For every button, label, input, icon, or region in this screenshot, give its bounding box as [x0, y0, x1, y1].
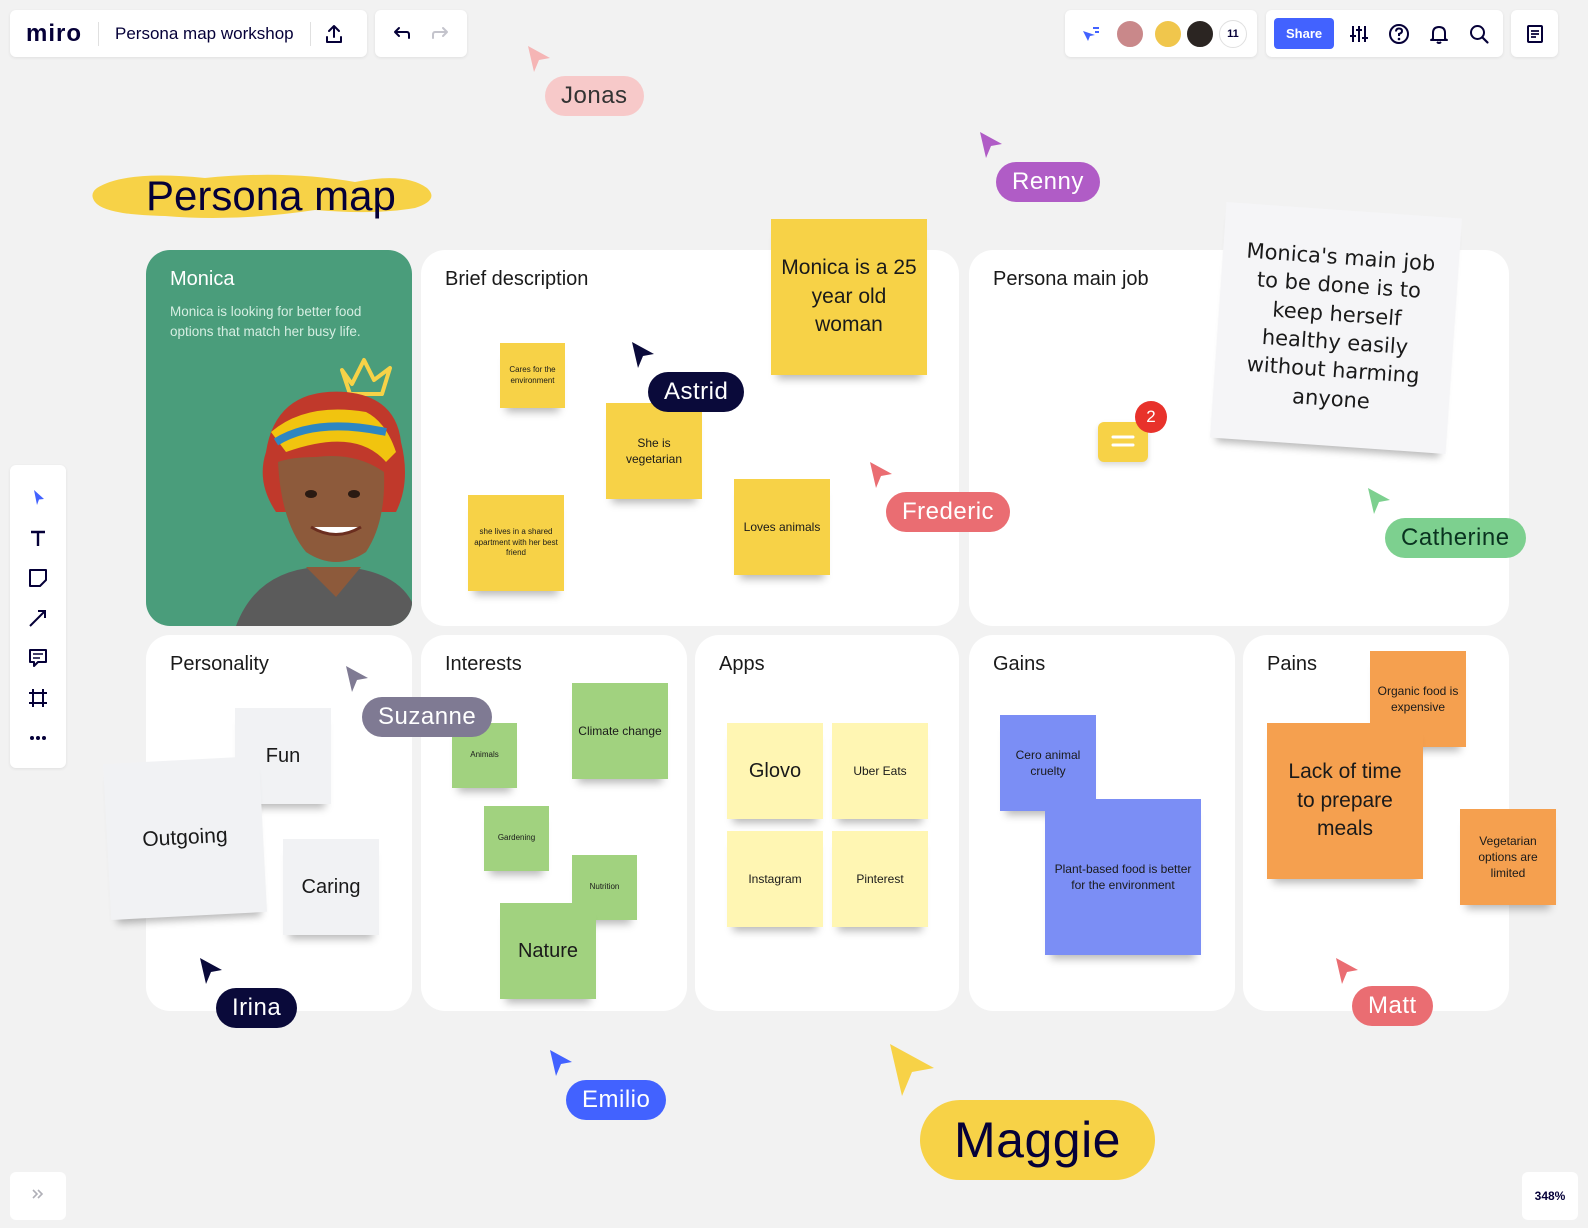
upload-icon[interactable]: [319, 19, 349, 49]
panel-title: Persona main job: [993, 268, 1149, 290]
sticky-note[interactable]: Plant-based food is better for the envir…: [1045, 799, 1201, 955]
panel-title: Interests: [445, 653, 522, 675]
bell-icon[interactable]: [1424, 19, 1454, 49]
sticky-note[interactable]: Caring: [283, 839, 379, 935]
notes-icon[interactable]: [1520, 19, 1550, 49]
cursor-label-jonas: Jonas: [545, 76, 644, 116]
sticky-note[interactable]: Gardening: [484, 806, 549, 871]
actions-bar: Share: [1266, 10, 1503, 57]
sticky-note[interactable]: Instagram: [727, 831, 823, 927]
cursor-arrow-icon: [980, 132, 1002, 158]
board-header: miro Persona map workshop: [10, 10, 367, 57]
cursor-arrow-icon: [200, 958, 222, 984]
text-icon[interactable]: [23, 523, 53, 553]
sticky-note[interactable]: Outgoing: [103, 756, 267, 920]
help-icon[interactable]: [1384, 19, 1414, 49]
persona-description: Monica is looking for better food option…: [170, 304, 362, 340]
panel-title: Gains: [993, 653, 1046, 675]
page-title: Persona map: [146, 172, 396, 219]
cursor-arrow-icon: [528, 46, 550, 72]
sticky-note[interactable]: Cero animal cruelty: [1000, 715, 1096, 811]
sticky-note[interactable]: Cares for the environment: [500, 343, 565, 408]
avatar[interactable]: [1185, 18, 1215, 49]
cursor-label-catherine: Catherine: [1385, 518, 1526, 558]
cursor-arrow-icon: [890, 1044, 934, 1096]
expand-panel-button[interactable]: [10, 1172, 66, 1220]
cursor-arrow-icon: [1336, 958, 1358, 984]
collaborator-count[interactable]: 11: [1219, 19, 1247, 48]
share-button[interactable]: Share: [1274, 18, 1335, 49]
cursor-arrow-icon: [870, 462, 892, 488]
redo-icon[interactable]: [426, 19, 456, 49]
search-icon[interactable]: [1464, 19, 1494, 49]
persona-name: Monica: [170, 268, 235, 290]
panel-title: Apps: [719, 653, 765, 675]
cursor-label-astrid: Astrid: [648, 372, 745, 412]
header-divider: [309, 21, 311, 46]
sticky-note[interactable]: Monica's main job to be done is to keep …: [1210, 202, 1462, 454]
cursor-label-matt: Matt: [1352, 986, 1433, 1026]
more-icon[interactable]: [23, 723, 53, 753]
sticky-note[interactable]: Glovo: [727, 723, 823, 819]
left-toolbar: [10, 465, 66, 768]
cursor-arrow-icon: [1368, 488, 1390, 514]
sticky-note-icon[interactable]: [23, 563, 53, 593]
cursor-follow-icon[interactable]: [1075, 19, 1105, 49]
cursor-label-renny: Renny: [996, 162, 1100, 202]
board-title[interactable]: Persona map workshop: [115, 24, 294, 44]
persona-card[interactable]: Monica Monica is looking for better food…: [146, 250, 412, 626]
settings-icon[interactable]: [1344, 19, 1374, 49]
panel-title: Pains: [1267, 653, 1318, 675]
cursor-arrow-icon: [632, 342, 654, 368]
frame-icon[interactable]: [23, 683, 53, 713]
sticky-note[interactable]: she lives in a shared apartment with her…: [468, 495, 564, 591]
header-divider: [98, 21, 100, 46]
cursor-label-irina: Irina: [216, 988, 298, 1028]
zoom-level: 348%: [1534, 1189, 1566, 1203]
chevrons-right-icon: [30, 1186, 46, 1207]
cursor-label-suzanne: Suzanne: [362, 697, 493, 737]
comment-icon[interactable]: [23, 643, 53, 673]
notes-panel-button[interactable]: [1511, 10, 1558, 57]
sticky-note[interactable]: Vegetarian options are limited: [1460, 809, 1556, 905]
cursor-label-maggie: Maggie: [920, 1100, 1155, 1180]
sticky-note[interactable]: Lack of time to prepare meals: [1267, 723, 1423, 879]
avatar[interactable]: [1115, 18, 1145, 49]
panel-title: Personality: [170, 653, 269, 675]
panel-title: Brief description: [445, 268, 589, 290]
avatar[interactable]: [1153, 18, 1183, 49]
sticky-note[interactable]: Monica is a 25 year old woman: [771, 219, 927, 375]
collaborators-bar: 11: [1065, 10, 1257, 57]
comment-icon: [1111, 435, 1135, 447]
cursor-label-frederic: Frederic: [886, 492, 1011, 532]
undo-icon[interactable]: [386, 19, 416, 49]
sticky-note[interactable]: Loves animals: [734, 479, 830, 575]
cursor-label-emilio: Emilio: [566, 1080, 667, 1120]
sticky-note[interactable]: Nature: [500, 903, 596, 999]
sticky-note[interactable]: Uber Eats: [832, 723, 928, 819]
cursor-icon[interactable]: [23, 483, 53, 513]
comment-count-badge: 2: [1135, 401, 1167, 433]
line-icon[interactable]: [23, 603, 53, 633]
miro-logo[interactable]: miro: [26, 20, 82, 48]
sticky-note[interactable]: She is vegetarian: [606, 403, 702, 499]
persona-photo: [236, 391, 412, 626]
zoom-indicator[interactable]: 348%: [1522, 1172, 1578, 1220]
cursor-arrow-icon: [346, 666, 368, 692]
apps-panel: Apps: [695, 635, 959, 1011]
sticky-note[interactable]: Pinterest: [832, 831, 928, 927]
cursor-arrow-icon: [550, 1050, 572, 1076]
history-controls: [375, 10, 467, 57]
sticky-note[interactable]: Climate change: [572, 683, 668, 779]
